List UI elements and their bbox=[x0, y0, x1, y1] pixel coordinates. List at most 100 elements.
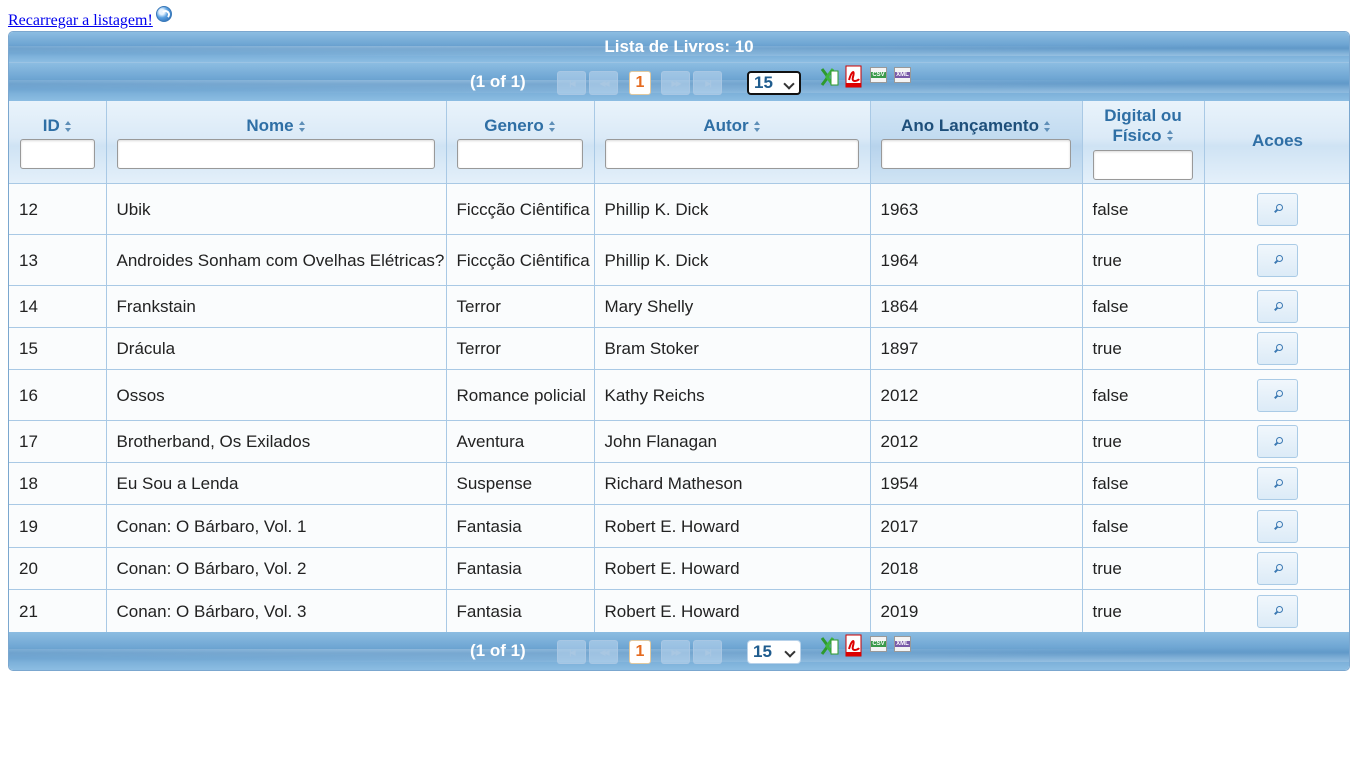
page-count: (1 of 1) bbox=[470, 641, 526, 660]
page-number-button[interactable]: 1 bbox=[629, 71, 651, 95]
table-body: 12 Ubik Ficcção Ciêntifica Phillip K. Di… bbox=[9, 183, 1349, 633]
first-page-button[interactable]: |◀ bbox=[557, 71, 586, 95]
reload-link[interactable]: Recarregar a listagem! bbox=[8, 12, 153, 30]
column-header-nome[interactable]: Nome bbox=[106, 101, 447, 184]
cell-autor: Phillip K. Dick bbox=[594, 183, 871, 235]
cell-acoes bbox=[1204, 462, 1349, 505]
reload-bar: Recarregar a listagem! bbox=[8, 6, 172, 30]
column-label-id: ID bbox=[42, 116, 60, 135]
next-page-button[interactable]: ▶▶ bbox=[661, 640, 690, 664]
view-button[interactable] bbox=[1257, 378, 1298, 412]
pdf-export-icon[interactable] bbox=[844, 634, 864, 658]
cell-genero: Aventura bbox=[446, 420, 595, 463]
rows-per-page-select[interactable]: 15 bbox=[747, 71, 801, 95]
table-row[interactable]: 20 Conan: O Bárbaro, Vol. 2 Fantasia Rob… bbox=[9, 547, 1349, 590]
filter-input-nome[interactable] bbox=[117, 139, 435, 169]
table-row[interactable]: 14 Frankstain Terror Mary Shelly 1864 fa… bbox=[9, 285, 1349, 328]
chevron-down-icon bbox=[783, 78, 795, 90]
prev-page-button[interactable]: ◀◀ bbox=[589, 71, 618, 95]
magnifier-icon bbox=[1273, 204, 1283, 214]
cell-id: 13 bbox=[9, 234, 107, 286]
table-caption: Lista de Livros: 10 bbox=[9, 32, 1349, 63]
cell-ano: 1954 bbox=[870, 462, 1083, 505]
xml-export-icon[interactable]: XML bbox=[893, 65, 913, 89]
xml-export-icon[interactable]: XML bbox=[893, 634, 913, 658]
table-row[interactable]: 13 Androides Sonham com Ovelhas Elétrica… bbox=[9, 234, 1349, 286]
cell-ano: 2018 bbox=[870, 547, 1083, 590]
rows-per-page-select[interactable]: 15 bbox=[747, 640, 801, 664]
cell-nome: Androides Sonham com Ovelhas Elétricas? bbox=[106, 234, 447, 286]
prev-page-button[interactable]: ◀◀ bbox=[589, 640, 618, 664]
cell-ano: 1964 bbox=[870, 234, 1083, 286]
cell-genero: Ficcção Ciêntifica bbox=[446, 183, 595, 235]
cell-nome: Ossos bbox=[106, 369, 447, 421]
filter-input-digital[interactable] bbox=[1093, 150, 1193, 180]
table-title: Lista de Livros: 10 bbox=[604, 37, 754, 56]
cell-genero: Suspense bbox=[446, 462, 595, 505]
last-page-button[interactable]: ▶| bbox=[693, 71, 722, 95]
view-button[interactable] bbox=[1257, 467, 1298, 500]
cell-acoes bbox=[1204, 327, 1349, 370]
sort-icon bbox=[1043, 120, 1051, 132]
sort-icon bbox=[1166, 130, 1174, 141]
cell-id: 20 bbox=[9, 547, 107, 590]
excel-export-icon[interactable] bbox=[819, 634, 839, 658]
view-button[interactable] bbox=[1257, 425, 1298, 458]
cell-genero: Fantasia bbox=[446, 547, 595, 590]
filter-input-genero[interactable] bbox=[457, 139, 583, 169]
cell-id: 18 bbox=[9, 462, 107, 505]
cell-digital: false bbox=[1082, 369, 1205, 421]
column-header-genero[interactable]: Genero bbox=[446, 101, 595, 184]
cell-acoes bbox=[1204, 285, 1349, 328]
cell-autor: Robert E. Howard bbox=[594, 547, 871, 590]
cell-ano: 2017 bbox=[870, 504, 1083, 548]
table-row[interactable]: 21 Conan: O Bárbaro, Vol. 3 Fantasia Rob… bbox=[9, 589, 1349, 633]
csv-export-icon[interactable]: CSV bbox=[869, 65, 889, 89]
view-button[interactable] bbox=[1257, 509, 1298, 543]
page-number-button[interactable]: 1 bbox=[629, 640, 651, 664]
column-header-digital[interactable]: Digital ou Físico bbox=[1082, 101, 1205, 184]
filter-input-id[interactable] bbox=[19, 139, 95, 169]
column-header-ano[interactable]: Ano Lançamento bbox=[870, 101, 1083, 184]
column-label-genero: Genero bbox=[484, 116, 544, 135]
column-header-id[interactable]: ID bbox=[9, 101, 107, 184]
magnifier-icon bbox=[1273, 606, 1283, 616]
last-page-button[interactable]: ▶| bbox=[693, 640, 722, 664]
excel-export-icon[interactable] bbox=[819, 65, 839, 89]
table-row[interactable]: 18 Eu Sou a Lenda Suspense Richard Mathe… bbox=[9, 462, 1349, 505]
first-page-button[interactable]: |◀ bbox=[557, 640, 586, 664]
table-row[interactable]: 15 Drácula Terror Bram Stoker 1897 true bbox=[9, 327, 1349, 370]
view-button[interactable] bbox=[1257, 192, 1298, 226]
table-row[interactable]: 17 Brotherband, Os Exilados Aventura Joh… bbox=[9, 420, 1349, 463]
cell-id: 14 bbox=[9, 285, 107, 328]
cell-autor: Robert E. Howard bbox=[594, 589, 871, 633]
pdf-export-icon[interactable] bbox=[844, 65, 864, 89]
cell-nome: Conan: O Bárbaro, Vol. 1 bbox=[106, 504, 447, 548]
cell-digital: true bbox=[1082, 589, 1205, 633]
top-paginator: (1 of 1) |◀ ◀◀ 1 ▶▶ ▶| 15 CSV XML bbox=[9, 63, 1349, 101]
cell-ano: 2019 bbox=[870, 589, 1083, 633]
cell-autor: Robert E. Howard bbox=[594, 504, 871, 548]
table-row[interactable]: 16 Ossos Romance policial Kathy Reichs 2… bbox=[9, 369, 1349, 421]
table-row[interactable]: 19 Conan: O Bárbaro, Vol. 1 Fantasia Rob… bbox=[9, 504, 1349, 548]
view-button[interactable] bbox=[1257, 243, 1298, 277]
cell-genero: Terror bbox=[446, 285, 595, 328]
table-row[interactable]: 12 Ubik Ficcção Ciêntifica Phillip K. Di… bbox=[9, 183, 1349, 235]
view-button[interactable] bbox=[1257, 594, 1298, 628]
cell-nome: Ubik bbox=[106, 183, 447, 235]
csv-export-icon[interactable]: CSV bbox=[869, 634, 889, 658]
cell-id: 12 bbox=[9, 183, 107, 235]
filter-input-ano[interactable] bbox=[881, 139, 1071, 169]
page-count: (1 of 1) bbox=[470, 72, 526, 91]
next-page-button[interactable]: ▶▶ bbox=[661, 71, 690, 95]
cell-ano: 1963 bbox=[870, 183, 1083, 235]
cell-digital: true bbox=[1082, 327, 1205, 370]
cell-autor: Kathy Reichs bbox=[594, 369, 871, 421]
view-button[interactable] bbox=[1257, 552, 1298, 585]
header-row: ID Nome Genero Autor Ano Lançamento Digi… bbox=[9, 101, 1349, 184]
view-button[interactable] bbox=[1257, 290, 1298, 323]
filter-input-autor[interactable] bbox=[605, 139, 859, 169]
view-button[interactable] bbox=[1257, 332, 1298, 365]
column-header-autor[interactable]: Autor bbox=[594, 101, 871, 184]
refresh-icon[interactable] bbox=[155, 6, 172, 22]
